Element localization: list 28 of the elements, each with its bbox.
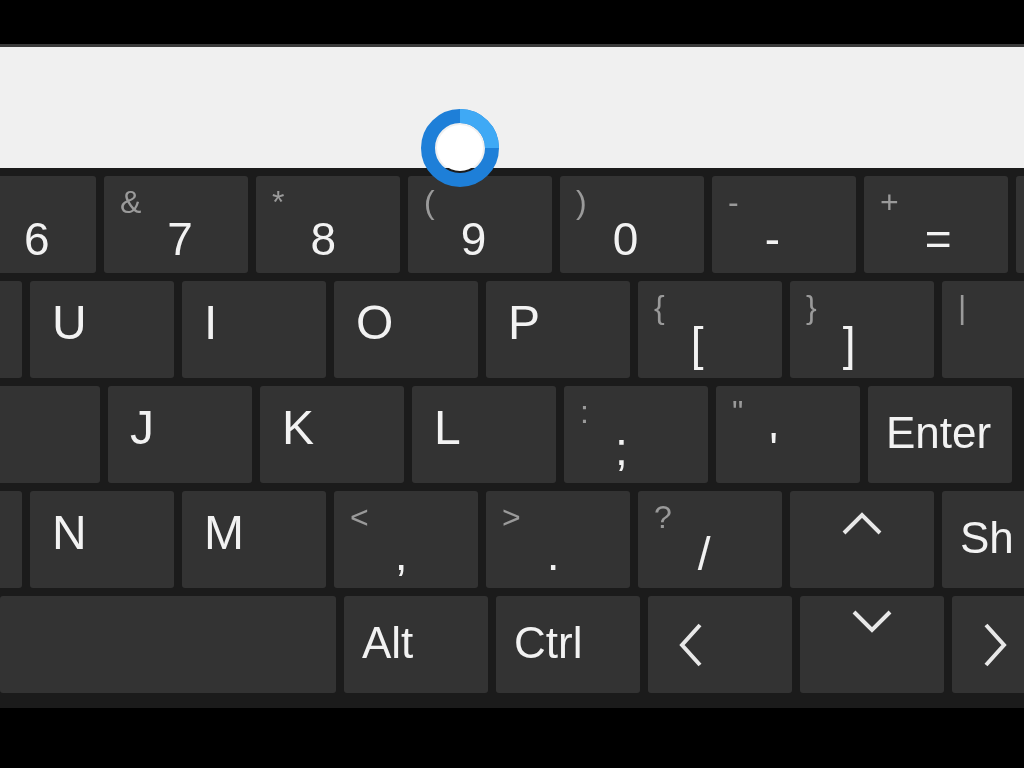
key-button[interactable]: & 7 [104, 176, 248, 273]
key-button[interactable]: | [942, 281, 1024, 378]
key-button[interactable]: M [182, 491, 326, 588]
key-button[interactable]: O [334, 281, 478, 378]
key-button[interactable]: : ; [564, 386, 708, 483]
key-button[interactable]: > . [486, 491, 630, 588]
key-button[interactable]: ? / [638, 491, 782, 588]
key-button[interactable]: N [30, 491, 174, 588]
key-button[interactable]: Sh [942, 491, 1024, 588]
key-button[interactable]: < , [334, 491, 478, 588]
key-button[interactable]: Alt [344, 596, 488, 693]
key-button[interactable]: Ctrl [496, 596, 640, 693]
key-button[interactable]: Enter [868, 386, 1012, 483]
key-button[interactable]: L [412, 386, 556, 483]
key-button[interactable]: { [ [638, 281, 782, 378]
key-button[interactable]: " ' [716, 386, 860, 483]
key-button[interactable]: ( 9 [408, 176, 552, 273]
key-button[interactable]: + = [864, 176, 1008, 273]
key-button[interactable]: } ] [790, 281, 934, 378]
key-button[interactable]: U [30, 281, 174, 378]
key-button[interactable]: ) 0 [560, 176, 704, 273]
key-button[interactable]: - - [712, 176, 856, 273]
key-button[interactable]: J [108, 386, 252, 483]
key-button[interactable]: K [260, 386, 404, 483]
key-button[interactable]: I [182, 281, 326, 378]
key-button[interactable]: P [486, 281, 630, 378]
key-button[interactable]: * 8 [256, 176, 400, 273]
key-button[interactable]: 6 [0, 176, 96, 273]
